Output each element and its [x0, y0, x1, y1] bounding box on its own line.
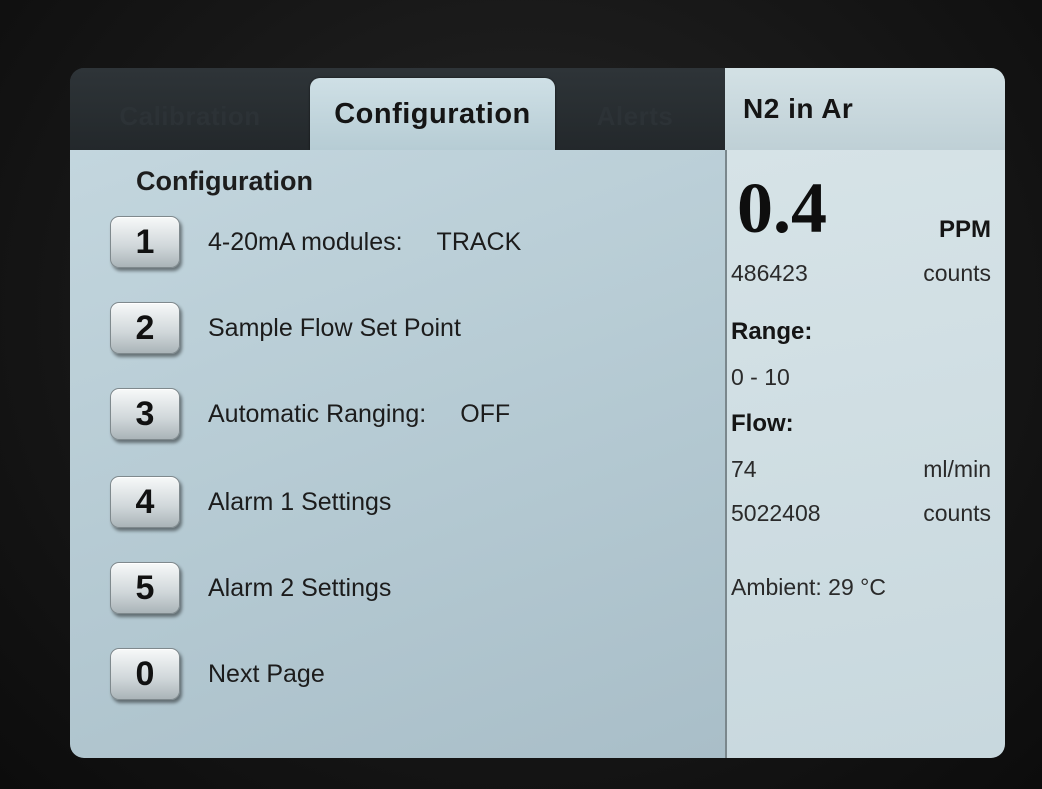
- concentration-reading: 0.4: [737, 168, 827, 248]
- key-3-button[interactable]: 3: [110, 388, 180, 440]
- key-1-button[interactable]: 1: [110, 216, 180, 268]
- flow-value: 74: [731, 456, 757, 482]
- tab-bar: Calibration Alerts Configuration: [70, 68, 725, 150]
- menu-item-alarm-2-settings[interactable]: 5 Alarm 2 Settings: [110, 558, 710, 618]
- reading-counts-label: counts: [923, 260, 991, 286]
- menu-item-label: Automatic Ranging:: [208, 399, 427, 428]
- key-2-button[interactable]: 2: [110, 302, 180, 354]
- tab-calibration[interactable]: Calibration: [70, 82, 310, 150]
- menu-item-label: 4-20mA modules:: [208, 227, 403, 256]
- menu-item-value: OFF: [460, 399, 511, 428]
- menu-item-label: Sample Flow Set Point: [208, 313, 461, 342]
- configuration-panel: Configuration 1 4-20mA modules: TRACK 2 …: [70, 150, 725, 758]
- menu-item-alarm-1-settings[interactable]: 4 Alarm 1 Settings: [110, 472, 710, 532]
- tab-alerts[interactable]: Alerts: [555, 82, 715, 150]
- menu-item-label: Next Page: [208, 659, 325, 688]
- tab-configuration[interactable]: Configuration: [310, 78, 555, 150]
- panel-title: Configuration: [136, 166, 313, 196]
- display-screen: Calibration Alerts Configuration N2 in A…: [70, 68, 1005, 758]
- flow-label: Flow:: [731, 410, 794, 437]
- range-label: Range:: [731, 318, 813, 345]
- menu-item-label: Alarm 2 Settings: [208, 573, 392, 602]
- key-4-button[interactable]: 4: [110, 476, 180, 528]
- menu-item-next-page[interactable]: 0 Next Page: [110, 644, 710, 704]
- ambient-temperature: Ambient: 29 °C: [731, 574, 886, 600]
- reading-unit: PPM: [938, 216, 991, 243]
- menu-item-label: Alarm 1 Settings: [208, 487, 392, 516]
- gas-mode-header: N2 in Ar: [725, 68, 1005, 150]
- flow-counts: 5022408: [731, 500, 821, 526]
- menu-item-4-20ma-modules[interactable]: 1 4-20mA modules: TRACK: [110, 212, 710, 272]
- range-value: 0 - 10: [731, 364, 790, 390]
- reading-counts: 486423: [731, 260, 808, 286]
- status-panel: 0.4 PPM 486423 counts Range: 0 - 10 Flow…: [725, 150, 1005, 758]
- key-5-button[interactable]: 5: [110, 562, 180, 614]
- menu-item-sample-flow-set-point[interactable]: 2 Sample Flow Set Point: [110, 298, 710, 358]
- key-0-button[interactable]: 0: [110, 648, 180, 700]
- flow-unit: ml/min: [923, 456, 991, 482]
- flow-counts-label: counts: [923, 500, 991, 526]
- menu-item-value: TRACK: [436, 227, 522, 256]
- menu-item-automatic-ranging[interactable]: 3 Automatic Ranging: OFF: [110, 384, 710, 444]
